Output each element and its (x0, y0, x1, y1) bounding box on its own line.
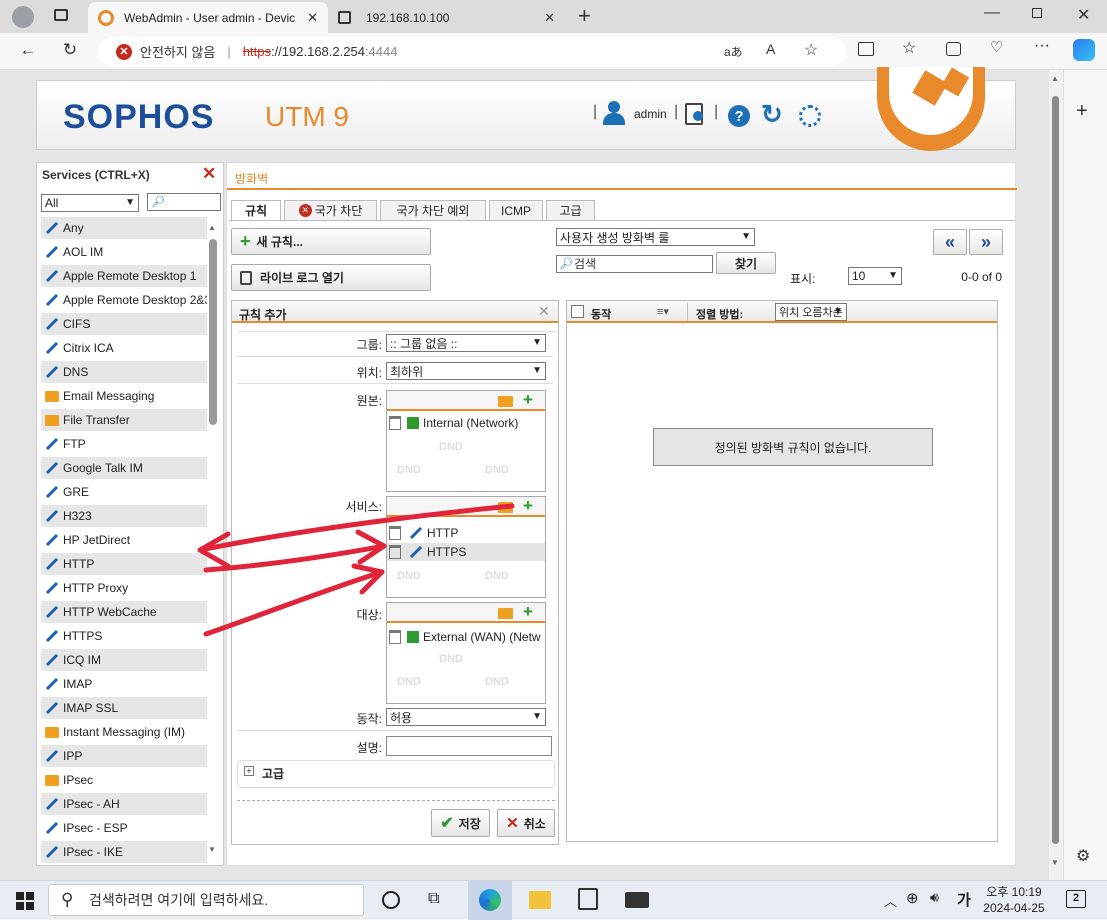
search-placeholder: 검색하려면 여기에 입력하세요. (89, 892, 269, 908)
volume-icon[interactable]: 🔊︎ (930, 889, 939, 906)
clock-time[interactable]: 오후 10:19 (982, 883, 1046, 900)
annotation-arrow (203, 569, 385, 637)
ime-indicator[interactable]: 가 (957, 889, 971, 910)
annotation-arrow (197, 503, 515, 553)
file-explorer-icon[interactable] (529, 891, 551, 909)
store-icon[interactable] (578, 888, 598, 910)
notification-center-icon[interactable]: 2 (1066, 890, 1086, 908)
mail-icon[interactable] (625, 892, 649, 908)
search-icon: ⚲ (61, 890, 74, 909)
network-tray-icon[interactable]: ⊕ (906, 889, 919, 907)
taskbar-search-input[interactable]: ⚲ 검색하려면 여기에 입력하세요. (48, 884, 364, 916)
task-view-icon[interactable]: ⧉ (428, 890, 439, 908)
edge-taskbar-button[interactable] (468, 881, 512, 920)
windows-start-icon[interactable] (16, 892, 34, 910)
annotation-arrows (197, 503, 515, 637)
cortana-icon[interactable] (382, 891, 400, 909)
clock-date[interactable]: 2024-04-25 (982, 901, 1046, 915)
annotation-arrowhead (197, 531, 231, 569)
tray-expand-icon[interactable]: ︿ (884, 891, 897, 910)
edge-icon (479, 889, 501, 911)
